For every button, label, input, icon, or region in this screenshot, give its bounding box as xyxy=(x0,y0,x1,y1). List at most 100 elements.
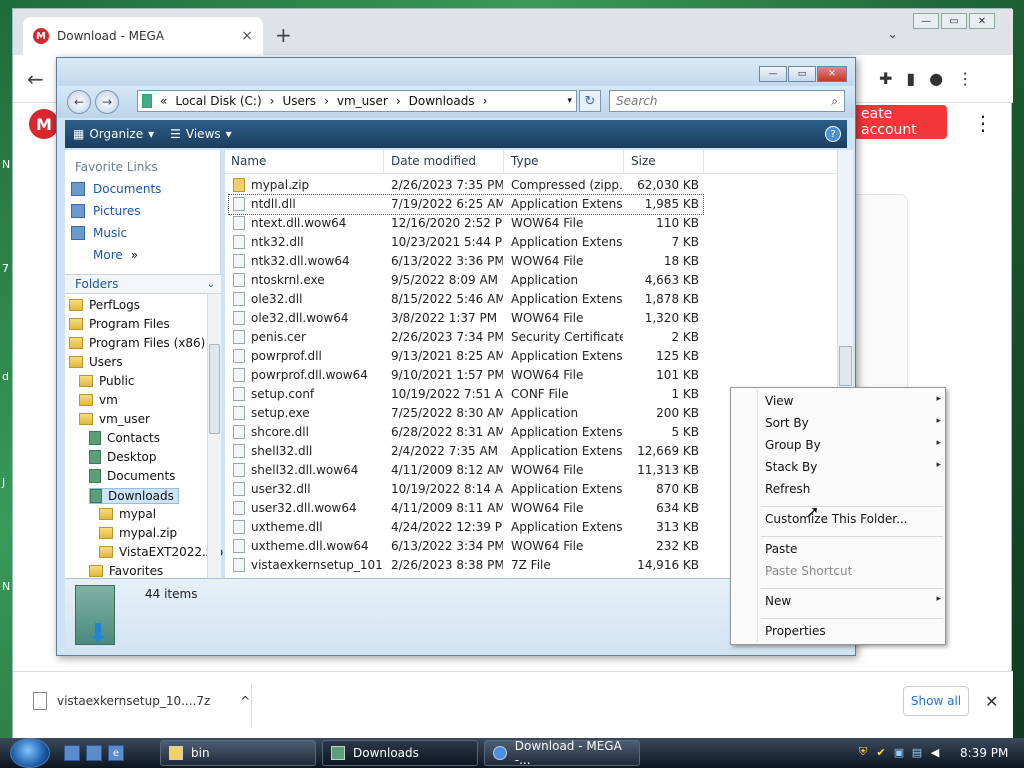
tree-item[interactable]: vm xyxy=(79,393,118,407)
volume-icon[interactable]: ◀ xyxy=(928,744,942,760)
sidebar-icon[interactable]: ▮ xyxy=(906,69,915,88)
taskbar-button-chrome[interactable]: Download - MEGA -... xyxy=(484,739,640,767)
menu-item-new[interactable]: New ▸ xyxy=(765,594,941,608)
tree-item[interactable]: PerfLogs xyxy=(69,298,140,312)
explorer-minimize-button[interactable]: — xyxy=(759,66,787,82)
tree-item[interactable]: Contacts xyxy=(89,431,160,445)
file-row[interactable]: powrprof.dll 9/13/2021 8:25 AM Application… xyxy=(229,347,703,366)
column-name[interactable]: Name xyxy=(231,154,266,168)
favorite-documents[interactable]: Documents xyxy=(71,182,161,196)
explorer-close-button[interactable]: ✕ xyxy=(817,66,847,82)
shield-icon[interactable]: ⛨ xyxy=(856,744,870,760)
menu-item-group-by[interactable]: Group By ▸ xyxy=(765,438,941,452)
network-icon[interactable]: ▣ xyxy=(892,744,906,760)
file-row[interactable]: powrprof.dll.wow64 9/10/2021 1:57 PM WOW64… xyxy=(229,366,703,385)
column-date-modified[interactable]: Date modified xyxy=(391,154,476,168)
file-row[interactable]: ntdll.dll 7/19/2022 6:25 AM Application Ex… xyxy=(228,194,704,215)
clock[interactable]: 8:39 PM xyxy=(960,746,1008,760)
menu-item-customize-this-folder[interactable]: Customize This Folder... xyxy=(765,512,941,526)
file-row[interactable]: ntoskrnl.exe 9/5/2022 8:09 AM Application 4… xyxy=(229,271,703,290)
page-menu-icon[interactable]: ⋮ xyxy=(973,111,993,135)
column-type[interactable]: Type xyxy=(511,154,539,168)
file-row[interactable]: setup.conf 10/19/2022 7:51 AM CONF File 1 K… xyxy=(229,385,703,404)
address-dropdown-icon[interactable]: ▾ xyxy=(567,96,572,106)
profile-icon[interactable]: ● xyxy=(929,69,943,88)
tree-item[interactable]: Documents xyxy=(89,469,175,483)
file-row[interactable]: user32.dll.wow64 4/11/2009 8:11 AM WOW64 F… xyxy=(229,499,703,518)
breadcrumb-separator[interactable]: › xyxy=(396,94,401,108)
chevron-up-icon[interactable]: ^ xyxy=(240,694,250,708)
tab-mega-download[interactable]: M Download - MEGA × xyxy=(23,17,263,55)
tree-item[interactable]: Program Files xyxy=(69,317,170,331)
desktop-icon-label[interactable]: N xyxy=(2,580,10,593)
chrome-minimize-button[interactable]: — xyxy=(913,13,939,29)
explorer-forward-button[interactable]: → xyxy=(95,90,119,114)
file-row[interactable]: penis.cer 2/26/2023 7:34 PM Security Certi… xyxy=(229,328,703,347)
help-icon[interactable]: ? xyxy=(825,126,841,142)
favorite-pictures[interactable]: Pictures xyxy=(71,204,141,218)
desktop-icon-label[interactable]: d xyxy=(2,370,9,383)
desktop-icon-label[interactable]: N xyxy=(2,158,10,171)
file-row[interactable]: ntk32.dll.wow64 6/13/2022 3:36 PM WOW64 Fi… xyxy=(229,252,703,271)
tree-item[interactable]: mypal xyxy=(99,507,156,521)
desktop-icon-label[interactable]: J xyxy=(2,476,5,489)
file-row[interactable]: mypal.zip 2/26/2023 7:35 PM Compressed (zi… xyxy=(229,176,703,195)
chrome-close-button[interactable]: ✕ xyxy=(969,13,995,29)
file-row[interactable]: uxtheme.dll 4/24/2022 12:39 PM Application… xyxy=(229,518,703,537)
scrollbar-thumb[interactable] xyxy=(209,344,220,434)
mega-logo[interactable]: M xyxy=(29,109,59,139)
breadcrumb-vm-user[interactable]: vm_user xyxy=(337,94,388,108)
internet-explorer-icon[interactable]: e xyxy=(108,745,124,761)
breadcrumb-separator[interactable]: › xyxy=(270,94,275,108)
file-row[interactable]: shell32.dll.wow64 4/11/2009 8:12 AM WOW64 … xyxy=(229,461,703,480)
start-button[interactable] xyxy=(10,738,50,768)
breadcrumb-downloads[interactable]: Downloads xyxy=(409,94,475,108)
address-bar[interactable]: « Local Disk (C:) › Users › vm_user › Do… xyxy=(137,90,577,112)
refresh-button[interactable]: ↻ xyxy=(579,90,601,112)
switch-windows-icon[interactable] xyxy=(86,745,102,761)
search-icon[interactable]: ⌕ xyxy=(831,94,838,109)
file-row[interactable]: user32.dll 10/19/2022 8:14 AM Application … xyxy=(229,480,703,499)
download-bar-close-icon[interactable]: ✕ xyxy=(985,692,998,711)
tab-search-chevron-icon[interactable]: ⌄ xyxy=(887,27,898,42)
tree-item[interactable]: Public xyxy=(79,374,135,388)
more-link[interactable]: More » xyxy=(93,248,138,262)
file-row[interactable]: ole32.dll 8/15/2022 5:46 AM Application Ex… xyxy=(229,290,703,309)
breadcrumb-overflow[interactable]: « xyxy=(160,94,167,108)
new-tab-button[interactable]: + xyxy=(275,23,292,47)
menu-item-view[interactable]: View ▸ xyxy=(765,394,941,408)
explorer-titlebar[interactable]: — ▭ ✕ xyxy=(57,58,855,86)
taskbar-button-bin[interactable]: bin xyxy=(160,740,316,766)
tree-item[interactable]: Users xyxy=(69,355,123,369)
breadcrumb-local-disk[interactable]: Local Disk (C:) xyxy=(175,94,261,108)
tree-item[interactable]: Desktop xyxy=(89,450,157,464)
file-row[interactable]: shcore.dll 6/28/2022 8:31 AM Application E… xyxy=(229,423,703,442)
file-row[interactable]: setup.exe 7/25/2022 8:30 AM Application 200… xyxy=(229,404,703,423)
explorer-back-button[interactable]: ← xyxy=(67,90,91,114)
column-size[interactable]: Size xyxy=(631,154,656,168)
file-row[interactable]: uxtheme.dll.wow64 6/13/2022 3:34 PM WOW64 … xyxy=(229,537,703,556)
back-button[interactable]: ← xyxy=(27,67,44,91)
tree-item[interactable]: Program Files (x86) xyxy=(69,336,205,350)
tree-item[interactable]: vm_user xyxy=(79,412,150,426)
security-icon[interactable]: ✔ xyxy=(874,744,888,760)
menu-item-refresh[interactable]: Refresh xyxy=(765,482,941,496)
file-row[interactable]: shell32.dll 2/4/2022 7:35 AM Application E… xyxy=(229,442,703,461)
download-item[interactable]: vistaexkernsetup_10....7z ^ xyxy=(33,692,250,710)
create-account-button[interactable]: eate account xyxy=(851,105,947,139)
taskbar-button-downloads[interactable]: Downloads xyxy=(322,740,478,766)
tab-close-icon[interactable]: × xyxy=(241,28,253,44)
chrome-maximize-button[interactable]: ▭ xyxy=(941,13,967,29)
file-row[interactable]: ntext.dll.wow64 12/16/2020 2:52 PM WOW64 F… xyxy=(229,214,703,233)
scrollbar-thumb[interactable] xyxy=(839,346,852,386)
menu-item-stack-by[interactable]: Stack By ▸ xyxy=(765,460,941,474)
tree-item[interactable]: VistaEXT2022.zip xyxy=(99,545,223,559)
organize-button[interactable]: ▦ Organize ▾ xyxy=(73,127,154,141)
menu-item-properties[interactable]: Properties xyxy=(765,624,941,638)
file-row[interactable]: ole32.dll.wow64 3/8/2022 1:37 PM WOW64 Fil… xyxy=(229,309,703,328)
desktop-icon-label[interactable]: 7 xyxy=(2,262,9,275)
breadcrumb-separator[interactable]: › xyxy=(483,94,488,108)
monitor-icon[interactable]: ▤ xyxy=(910,744,924,760)
menu-item-sort-by[interactable]: Sort By ▸ xyxy=(765,416,941,430)
menu-icon[interactable]: ⋮ xyxy=(957,69,973,88)
